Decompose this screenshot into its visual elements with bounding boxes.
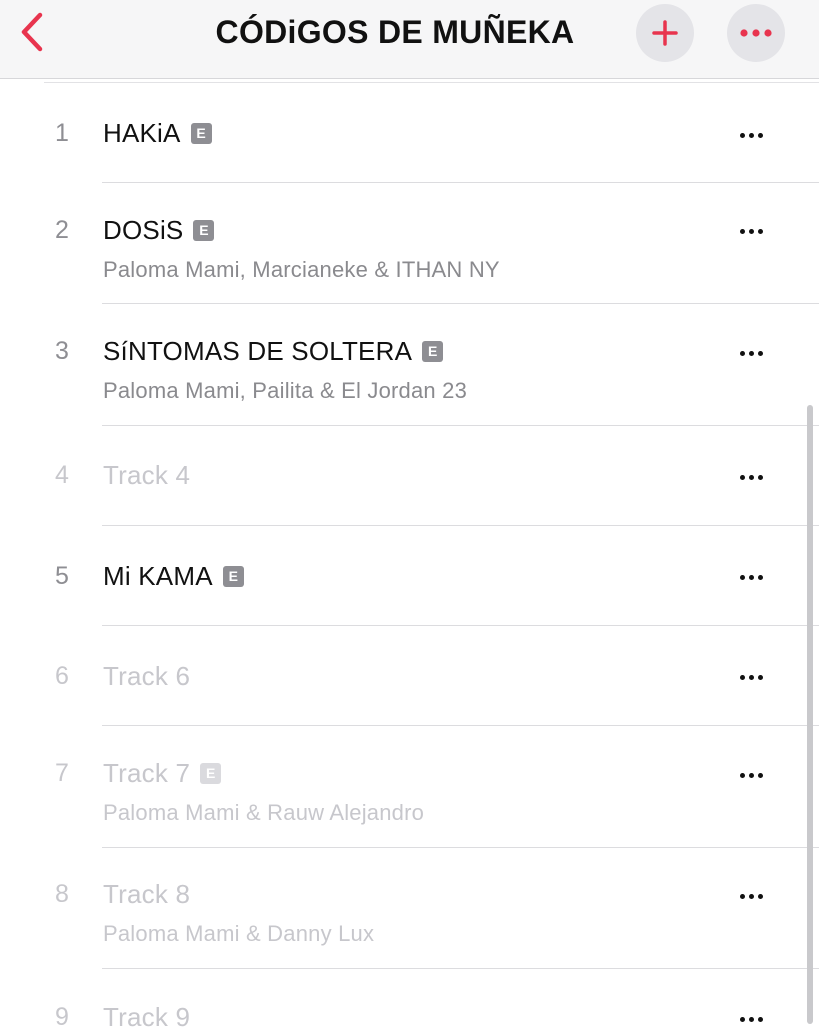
ellipsis-dot (757, 474, 763, 480)
row-divider (102, 625, 819, 626)
ellipsis-dot (757, 228, 763, 234)
list-top-divider (44, 82, 819, 83)
ellipsis-dot (757, 893, 763, 899)
track-title-group: SíNTOMAS DE SOLTERA E (103, 336, 444, 367)
track-more-button[interactable] (730, 462, 772, 492)
track-more-button[interactable] (730, 881, 772, 911)
row-divider (102, 725, 819, 726)
ellipsis-dot (748, 350, 754, 356)
track-more-button[interactable] (730, 562, 772, 592)
row-divider (102, 182, 819, 183)
track-number: 7 (55, 759, 69, 787)
track-title-group: Track 4 (103, 460, 190, 491)
ellipsis-dot (748, 574, 754, 580)
track-number: 6 (55, 662, 69, 690)
track-title: Track 9 (103, 1002, 191, 1032)
track-artist: Paloma Mami, Marcianeke & ITHAN NY (103, 257, 500, 282)
add-button[interactable] (636, 4, 694, 62)
ellipsis-dot (739, 474, 745, 480)
scrollbar[interactable] (807, 405, 813, 1024)
track-title: Track 6 (103, 661, 191, 691)
track-number: 1 (55, 119, 69, 147)
track-number: 5 (55, 562, 69, 590)
track-number: 4 (55, 461, 69, 489)
ellipsis-dot (748, 674, 754, 680)
row-divider (102, 968, 819, 969)
track-number: 3 (55, 337, 69, 365)
track-title: SíNTOMAS DE SOLTERA (103, 336, 413, 366)
more-options-button[interactable] (727, 4, 785, 62)
row-divider (102, 525, 819, 526)
ellipsis-dot (757, 674, 763, 680)
row-divider (102, 425, 819, 426)
ellipsis-dot (748, 474, 754, 480)
ellipsis-dot (739, 893, 745, 899)
chevron-left-icon (21, 12, 43, 52)
ellipsis-dot (748, 132, 754, 138)
track-more-button[interactable] (730, 338, 772, 368)
track-title: Track 4 (103, 460, 191, 490)
track-artist: Paloma Mami & Rauw Alejandro (103, 800, 425, 825)
track-number: 8 (55, 880, 69, 908)
track-more-button[interactable] (730, 216, 772, 246)
ellipsis-dot (739, 132, 745, 138)
track-title-group: Track 9 (103, 1002, 190, 1033)
explicit-badge: E (190, 123, 212, 144)
ellipsis-dot (739, 772, 745, 778)
track-more-button[interactable] (730, 662, 772, 692)
track-title: DOSiS (103, 215, 184, 245)
ellipsis-dot (739, 350, 745, 356)
explicit-badge: E (222, 566, 244, 587)
explicit-badge: E (422, 341, 444, 362)
track-number: 9 (55, 1003, 69, 1031)
track-artist: Paloma Mami, Pailita & El Jordan 23 (103, 378, 468, 403)
ellipsis-dot (757, 1016, 763, 1022)
explicit-badge: E (193, 220, 215, 241)
back-button[interactable] (10, 8, 54, 56)
ellipsis-icon (740, 29, 772, 37)
track-number: 2 (55, 216, 69, 244)
row-divider (102, 847, 819, 848)
ellipsis-dot (739, 228, 745, 234)
track-title-group: Track 7 E (103, 758, 222, 789)
track-title-group: Track 8 (103, 879, 190, 910)
page-title: CÓDiGOS DE MUÑEKA (215, 14, 575, 50)
track-title-group: HAKiA E (103, 118, 212, 149)
track-more-button[interactable] (730, 1004, 772, 1034)
track-title-group: DOSiS E (103, 215, 215, 246)
track-artist: Paloma Mami & Danny Lux (103, 921, 375, 946)
track-more-button[interactable] (730, 120, 772, 150)
explicit-badge: E (200, 763, 222, 784)
track-title-group: Track 6 (103, 661, 190, 692)
ellipsis-dot (757, 772, 763, 778)
track-title: Track 8 (103, 879, 191, 909)
ellipsis-dot (739, 1016, 745, 1022)
ellipsis-dot (739, 674, 745, 680)
row-divider (102, 303, 819, 304)
ellipsis-dot (748, 228, 754, 234)
ellipsis-dot (757, 350, 763, 356)
ellipsis-dot (748, 893, 754, 899)
ellipsis-dot (757, 574, 763, 580)
track-more-button[interactable] (730, 760, 772, 790)
ellipsis-dot (748, 1016, 754, 1022)
navigation-bar: CÓDiGOS DE MUÑEKA (0, 0, 819, 79)
ellipsis-dot (748, 772, 754, 778)
track-title: Track 7 (103, 758, 191, 788)
ellipsis-dot (757, 132, 763, 138)
track-title: HAKiA (103, 118, 181, 148)
ellipsis-dot (739, 574, 745, 580)
track-title: Mi KAMA (103, 561, 213, 591)
track-title-group: Mi KAMA E (103, 561, 244, 592)
plus-icon (652, 20, 678, 46)
